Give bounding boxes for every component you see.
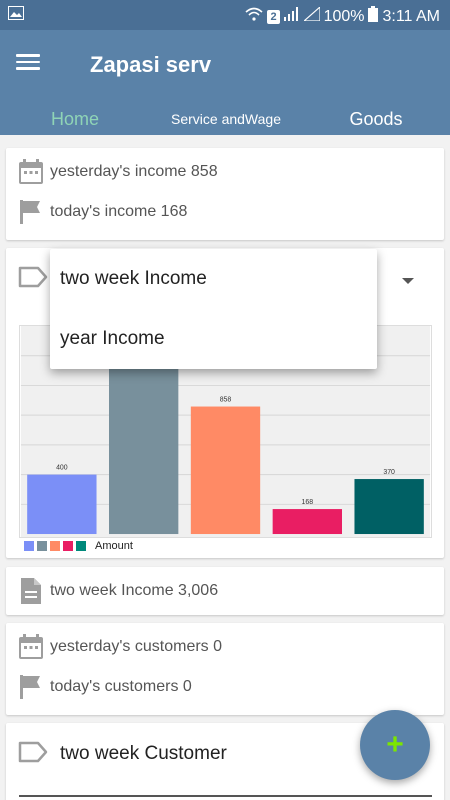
app-bar: Zapasi serv Home Service andWage Goods [0,30,450,135]
calendar-icon [18,633,44,661]
today-income-text: today's income 168 [50,203,188,220]
bar-1 [27,474,97,535]
legend-swatch [50,541,60,551]
today-customers-text: today's customers 0 [50,678,192,695]
tab-goods[interactable]: Goods [302,100,450,135]
today-customers-row: today's customers 0 [18,673,192,701]
yesterday-income-text: yesterday's income 858 [50,163,218,180]
tab-home[interactable]: Home [0,100,150,135]
yesterday-customers-row: yesterday's customers 0 [18,633,222,661]
flag-icon [18,198,44,226]
battery-percent: 100% [323,7,365,25]
wifi-icon [245,7,263,26]
income-total-card: two week Income 3,006 [6,567,444,615]
legend-swatch [37,541,47,551]
tag-icon [18,741,48,769]
bar-2 [109,354,179,535]
chart-legend: Amount [24,540,133,552]
legend-swatch [63,541,73,551]
income-total-text: two week Income 3,006 [50,582,219,599]
tab-bar: Home Service andWage Goods [0,100,450,135]
bar-value-label: 858 [220,397,232,404]
bar-value-label: 370 [383,469,395,476]
bar-value-label: 400 [56,465,68,472]
legend-label: Amount [95,540,133,552]
bar-5 [354,479,424,535]
option-year-income[interactable]: year Income [50,309,377,369]
bar-4 [272,509,342,535]
document-icon [18,577,44,605]
clock: 3:11 AM [382,7,440,25]
battery-icon [368,6,379,27]
signal-icon-2 [301,5,321,26]
sim-badge: 2 [267,9,280,24]
add-button[interactable]: + [360,710,430,780]
app-title: Zapasi serv [90,52,212,77]
yesterday-customers-text: yesterday's customers 0 [50,638,223,655]
yesterday-income-row: yesterday's income 858 [18,158,218,186]
customer-range-label[interactable]: two week Customer [60,743,227,765]
legend-swatch [76,541,86,551]
chart-top-border [19,795,432,797]
income-summary-card: yesterday's income 858 today's income 16… [6,148,444,240]
range-dropdown-popup: two week Income year Income [50,249,377,369]
today-income-row: today's income 168 [18,198,187,226]
option-two-week-income[interactable]: two week Income [50,249,377,309]
customers-summary-card: yesterday's customers 0 today's customer… [6,623,444,715]
gallery-notification-icon [8,6,24,25]
income-total-row: two week Income 3,006 [18,577,218,605]
flag-icon [18,673,44,701]
signal-icon [283,7,300,26]
legend-swatch [24,541,34,551]
bar-3 [190,406,261,535]
tag-icon [18,266,48,294]
status-bar: 2 100% 3:11 AM [0,0,450,30]
hamburger-menu-icon[interactable] [16,50,52,80]
calendar-icon [18,158,44,186]
plus-icon: + [386,728,404,761]
bar-value-label: 168 [302,499,314,506]
dropdown-arrow-icon[interactable] [402,278,414,284]
tab-service-and-wage[interactable]: Service andWage [150,100,302,135]
